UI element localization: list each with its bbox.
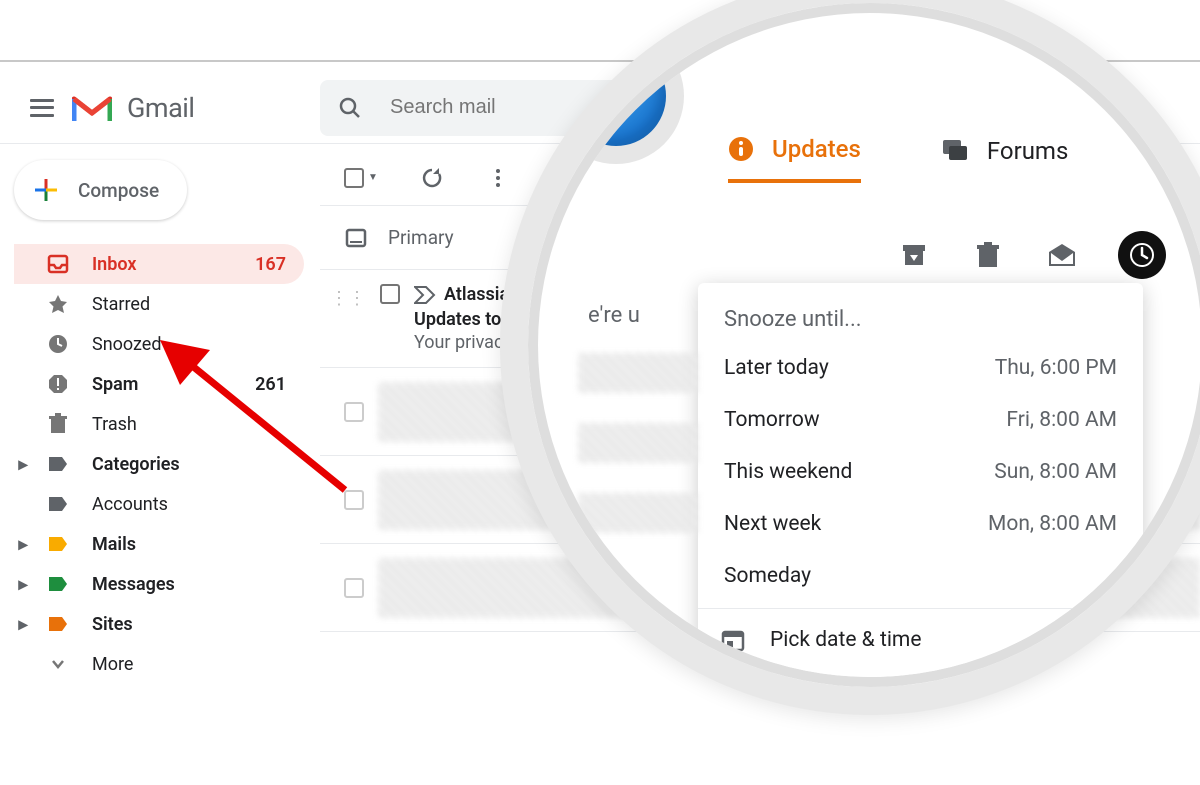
assistant-orb-icon (548, 28, 684, 164)
snooze-option-label: Later today (724, 356, 829, 380)
sidebar-item-trash[interactable]: Trash (14, 404, 304, 444)
mark-read-button[interactable] (1044, 237, 1080, 273)
tab-updates[interactable]: Updates (728, 135, 861, 183)
snooze-option[interactable]: This weekend Sun, 8:00 AM (698, 446, 1143, 498)
sidebar-item-categories[interactable]: ▸ Categories (14, 444, 304, 484)
app-name: Gmail (127, 92, 194, 124)
delete-button[interactable] (970, 237, 1006, 273)
snooze-option-time: Sun, 8:00 AM (994, 460, 1117, 484)
sidebar: Compose Inbox 167 Starred Snoozed Spam 261 Tra… (14, 160, 304, 684)
sidebar-item-messages[interactable]: ▸ Messages (14, 564, 304, 604)
refresh-button[interactable] (420, 166, 444, 190)
sidebar-item-label: Messages (92, 574, 175, 595)
sidebar-item-label: Starred (92, 294, 150, 315)
primary-icon (344, 226, 368, 250)
tab-forums[interactable]: Forums (941, 137, 1069, 181)
snooze-option-label: Next week (724, 512, 821, 536)
chevron-icon (46, 652, 70, 676)
label-red-icon (46, 612, 70, 636)
gmail-m-icon (72, 93, 112, 123)
drag-handle-icon[interactable]: ⋮⋮ (330, 284, 366, 309)
info-icon (728, 136, 754, 162)
snooze-popover: Snooze until... Later today Thu, 6:00 PM T… (698, 283, 1143, 677)
gmail-logo[interactable]: Gmail (72, 92, 194, 124)
sidebar-item-label: Categories (92, 454, 180, 475)
forums-icon (941, 138, 969, 164)
sidebar-item-starred[interactable]: Starred (14, 284, 304, 324)
sidebar-item-label: Accounts (92, 494, 168, 515)
snooze-option-time: Mon, 8:00 AM (988, 512, 1117, 536)
important-icon[interactable] (414, 286, 436, 304)
sidebar-item-label: Sites (92, 614, 133, 635)
sidebar-item-label: Spam (92, 374, 138, 395)
sidebar-item-label: Mails (92, 534, 136, 555)
sidebar-item-inbox[interactable]: Inbox 167 (14, 244, 304, 284)
label-orange-icon (46, 532, 70, 556)
plus-icon (32, 176, 60, 204)
expand-caret-icon: ▸ (18, 619, 28, 629)
star-icon (46, 292, 70, 316)
spam-icon (46, 372, 70, 396)
expand-caret-icon: ▸ (18, 539, 28, 549)
snooze-option-label: Tomorrow (724, 408, 820, 432)
sidebar-item-label: Snoozed (92, 334, 162, 355)
snooze-option-label: This weekend (724, 460, 852, 484)
hamburger-icon (30, 99, 54, 117)
sidebar-item-count: 261 (255, 374, 286, 395)
pick-date-time[interactable]: Pick date & time (698, 609, 1143, 671)
label-green-icon (46, 572, 70, 596)
partial-text: e're u (588, 303, 640, 328)
sidebar-item-label: Trash (92, 414, 137, 435)
sidebar-item-label: Inbox (92, 254, 136, 275)
email-checkbox[interactable] (380, 284, 400, 304)
search-icon[interactable] (330, 88, 370, 128)
sidebar-item-snoozed[interactable]: Snoozed (14, 324, 304, 364)
snooze-button[interactable] (1118, 231, 1166, 279)
archive-button[interactable] (896, 237, 932, 273)
expand-caret-icon: ▸ (18, 459, 28, 469)
sidebar-item-label: More (92, 654, 133, 675)
snooze-title: Snooze until... (698, 291, 1143, 342)
compose-button[interactable]: Compose (14, 160, 187, 220)
calendar-icon (720, 627, 746, 653)
inbox-icon (46, 252, 70, 276)
sidebar-item-count: 167 (255, 254, 286, 275)
expand-caret-icon: ▸ (18, 579, 28, 589)
tab-primary[interactable]: Primary (344, 226, 454, 250)
label-dark-icon (46, 492, 70, 516)
snooze-option[interactable]: Later today Thu, 6:00 PM (698, 342, 1143, 394)
snooze-option[interactable]: Tomorrow Fri, 8:00 AM (698, 394, 1143, 446)
select-all-checkbox[interactable]: ▼ (344, 168, 378, 188)
trash-icon (46, 412, 70, 436)
snooze-option[interactable]: Next week Mon, 8:00 AM (698, 498, 1143, 550)
sidebar-item-mails[interactable]: ▸ Mails (14, 524, 304, 564)
sidebar-item-sites[interactable]: ▸ Sites (14, 604, 304, 644)
sidebar-item-spam[interactable]: Spam 261 (14, 364, 304, 404)
more-button[interactable] (486, 166, 510, 190)
sidebar-item-accounts[interactable]: ▸Accounts (14, 484, 304, 524)
label-dark-icon (46, 452, 70, 476)
snooze-option-label: Someday (724, 564, 811, 588)
snooze-option-time: Thu, 6:00 PM (995, 356, 1117, 380)
snooze-option-time: Fri, 8:00 AM (1006, 408, 1117, 432)
clock-icon (46, 332, 70, 356)
main-menu-button[interactable] (18, 84, 66, 132)
magnified-tabs: Updates Forums (728, 135, 1068, 183)
sidebar-item-more[interactable]: More (14, 644, 304, 684)
snooze-option[interactable]: Someday (698, 550, 1143, 602)
magnified-action-toolbar (896, 231, 1166, 279)
